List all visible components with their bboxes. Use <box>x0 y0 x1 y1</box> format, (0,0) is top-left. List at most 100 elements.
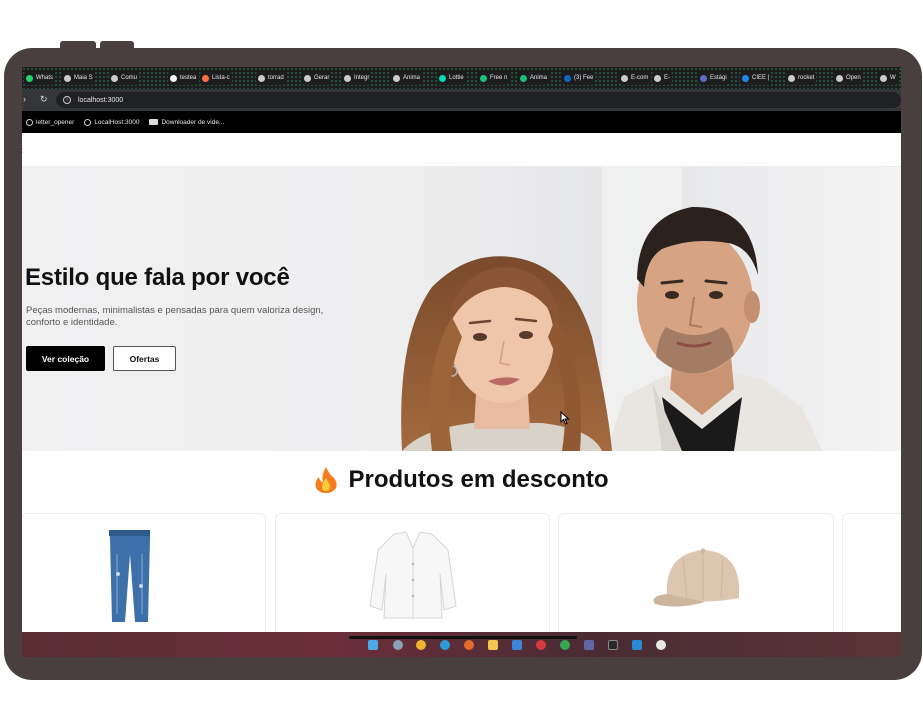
chrome-active-icon[interactable] <box>560 640 570 650</box>
browser-tab[interactable]: (3) Fee <box>562 71 596 85</box>
browser-tab[interactable]: Estági <box>698 71 729 85</box>
browser-tab[interactable]: Whats <box>24 71 56 85</box>
hero-subtitle: Peças modernas, minimalistas e pensadas … <box>26 305 324 328</box>
tab-favicon-icon <box>564 74 571 82</box>
tab-favicon-icon <box>520 74 527 82</box>
tab-label: CIEE | <box>752 75 770 81</box>
browser-tab[interactable]: Comu <box>109 71 140 85</box>
bookmarks-bar: letter_opener LocalHost:3000 Downloader … <box>22 111 901 133</box>
browser-tab[interactable]: CIEE | <box>740 71 772 85</box>
tab-label: Gerar <box>314 75 330 81</box>
mail-icon[interactable] <box>512 640 522 650</box>
browser-tab[interactable]: testea <box>168 71 199 85</box>
product-card[interactable] <box>22 513 266 643</box>
tab-label: Free n <box>490 75 508 81</box>
fire-icon <box>315 467 338 493</box>
browser-tab[interactable]: Integr <box>342 71 372 85</box>
browser-tab[interactable]: Gerar <box>302 71 332 85</box>
section-title: Produtos em desconto <box>348 466 609 493</box>
tab-favicon-icon <box>742 74 749 82</box>
browser-tab[interactable]: torrad <box>256 71 286 85</box>
jeans-image <box>109 530 150 622</box>
browser-tab[interactable]: E- <box>652 71 672 85</box>
tab-label: Lottie <box>449 75 464 81</box>
browser-tab[interactable]: Free n <box>478 71 510 85</box>
tab-label: torrad <box>268 75 284 81</box>
tab-favicon-icon <box>439 74 446 82</box>
tab-label: Comu <box>121 75 138 81</box>
tab-label: (3) Fee <box>574 75 594 81</box>
offers-button[interactable]: Ofertas <box>113 346 176 371</box>
tab-favicon-icon <box>654 74 661 82</box>
tab-favicon-icon <box>788 74 795 82</box>
browser-address-bar: › ↻ i localhost:3000 <box>22 89 901 111</box>
browser-tab[interactable]: Lista-c <box>200 71 232 85</box>
tab-favicon-icon <box>393 74 400 82</box>
product-card[interactable] <box>842 513 901 643</box>
terminal-icon[interactable] <box>608 640 618 650</box>
browser-tab[interactable]: W <box>878 71 898 85</box>
bookmark-localhost[interactable]: LocalHost:3000 <box>84 118 140 126</box>
product-card[interactable] <box>275 513 550 643</box>
tablet-screen: Whats Maia S Comu testea Lista-c torrad Gerar I… <box>22 67 901 657</box>
tab-favicon-icon <box>170 74 177 82</box>
tab-favicon-icon <box>880 74 887 82</box>
tab-favicon-icon <box>304 74 311 82</box>
firefox-icon[interactable] <box>464 640 474 650</box>
site-info-icon[interactable]: i <box>63 96 71 104</box>
tab-favicon-icon <box>480 74 487 82</box>
browser-tab[interactable]: E-com <box>619 71 651 85</box>
file-explorer-icon[interactable] <box>488 640 498 650</box>
tab-label: W <box>890 75 896 81</box>
teams-icon[interactable] <box>584 640 594 650</box>
edge-icon[interactable] <box>440 640 450 650</box>
product-card[interactable] <box>558 513 834 643</box>
forward-arrow-icon[interactable]: › <box>23 94 26 104</box>
youtube-icon <box>149 119 159 125</box>
bookmark-video-downloader[interactable]: Downloader de vide... <box>149 119 224 126</box>
url-field[interactable]: i localhost:3000 <box>56 92 901 108</box>
browser-tab[interactable]: Lottie <box>437 71 466 85</box>
vscode-icon[interactable] <box>632 640 642 650</box>
browser-tab[interactable]: rocket <box>786 71 817 85</box>
bookmark-letter-opener[interactable]: letter_opener <box>26 118 75 126</box>
discount-section-header: Produtos em desconto <box>22 465 901 495</box>
hero-title: Estilo que fala por você <box>25 264 290 291</box>
browser-tab[interactable]: Maia S <box>62 71 95 85</box>
beige-cap-image <box>653 548 739 607</box>
chevron-left-icon[interactable]: ‹ <box>22 145 23 156</box>
tab-favicon-icon <box>64 74 71 82</box>
tab-label: Anima <box>530 75 548 81</box>
white-blouse-image <box>369 531 457 619</box>
bookmark-label: Downloader de vide... <box>161 118 225 126</box>
tab-favicon-icon <box>700 74 707 82</box>
tab-label: E-com <box>631 75 649 81</box>
mouse-cursor-icon <box>560 411 570 425</box>
tab-favicon-icon <box>111 74 118 82</box>
tab-label: testea <box>180 75 197 81</box>
windows-start-icon[interactable] <box>368 640 378 650</box>
site-header: ‹ <box>22 133 901 167</box>
tab-favicon-icon <box>344 74 351 82</box>
view-collection-button[interactable]: Ver coleção <box>26 346 105 371</box>
browser-tab[interactable]: Anima <box>391 71 423 85</box>
tab-favicon-icon <box>26 74 33 82</box>
tab-favicon-icon <box>258 74 265 82</box>
github-icon[interactable] <box>656 640 666 650</box>
search-icon[interactable] <box>393 640 403 650</box>
url-text: localhost:3000 <box>78 96 124 104</box>
tab-label: Lista-c <box>212 75 230 81</box>
chrome-icon[interactable] <box>416 640 426 650</box>
tab-label: E- <box>664 75 670 81</box>
opera-icon[interactable] <box>536 640 546 650</box>
bookmark-label: letter_opener <box>36 118 75 126</box>
browser-tab[interactable]: Anima <box>518 71 550 85</box>
bookmark-label: LocalHost:3000 <box>94 118 140 126</box>
tab-label: Estági <box>710 75 727 81</box>
tab-favicon-icon <box>621 74 628 82</box>
reload-icon[interactable]: ↻ <box>40 94 48 105</box>
tab-favicon-icon <box>202 74 209 82</box>
browser-tab-strip: Whats Maia S Comu testea Lista-c torrad Gerar I… <box>22 67 901 89</box>
browser-tab[interactable]: Open <box>834 71 863 85</box>
tab-favicon-icon <box>836 74 843 82</box>
